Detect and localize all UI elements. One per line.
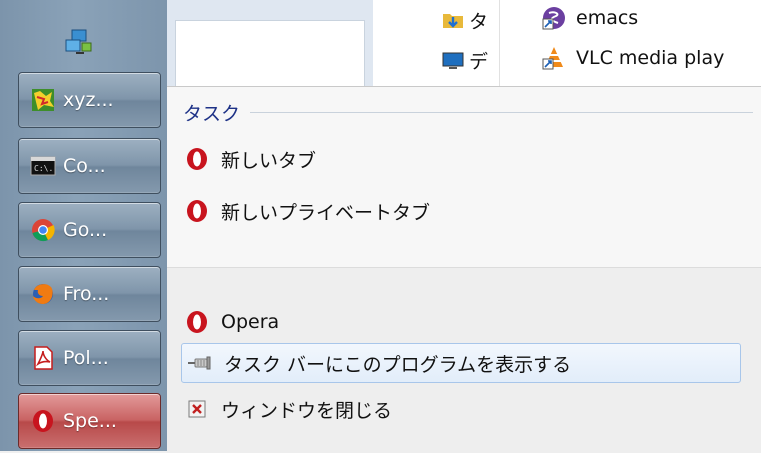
explorer-item-desktop[interactable]: デ	[439, 46, 488, 74]
taskbar-button-label: Fro...	[63, 283, 110, 305]
explorer-folder-list: タ デ	[373, 0, 500, 86]
taskbar-button-opera-active[interactable]: Spe...	[18, 393, 161, 449]
jump-task-label: 新しいタブ	[221, 149, 317, 172]
opera-icon	[183, 308, 211, 336]
chrome-icon	[29, 216, 57, 244]
explorer-item-downloads[interactable]: タ	[439, 6, 488, 34]
explorer-item-label: emacs	[576, 7, 639, 29]
jump-list: タスク 新しいタブ 新しいプライベートタブ Opera タスク バーにこのプログ…	[167, 86, 761, 453]
jump-task-label: 新しいプライベートタブ	[221, 201, 431, 224]
explorer-window: タ デ emacs VLC media play	[167, 0, 761, 87]
emacs-shortcut-icon	[540, 4, 568, 32]
opera-icon	[183, 197, 211, 225]
taskbar-button-chrome[interactable]: Go...	[18, 202, 161, 258]
svg-text:C:\.: C:\.	[34, 164, 53, 173]
jump-action-label: タスク バーにこのプログラムを表示する	[224, 353, 572, 376]
pin-icon	[186, 349, 214, 377]
taskbar-button-command-prompt[interactable]: C:\. Co...	[18, 138, 161, 194]
taskbar-button-label: Pol...	[63, 347, 109, 369]
jump-task-new-private-tab[interactable]: 新しいプライベートタブ	[183, 197, 430, 225]
firefox-icon	[29, 280, 57, 308]
folder-download-icon	[439, 6, 467, 34]
taskbar-button-label: Go...	[63, 219, 108, 241]
taskbar-button-label: Co...	[63, 155, 106, 177]
explorer-nav-pane	[167, 0, 374, 87]
jump-task-new-tab[interactable]: 新しいタブ	[183, 145, 316, 173]
taskbar-button-xyz[interactable]: xyz...	[18, 72, 161, 128]
vlc-shortcut-icon	[540, 44, 568, 72]
explorer-item-label: デ	[469, 50, 489, 73]
jump-list-actions: Opera タスク バーにこのプログラムを表示する ウィンドウを閉じる	[167, 267, 761, 453]
pdf-icon	[29, 344, 57, 372]
explorer-file-list: emacs VLC media play	[500, 0, 761, 86]
tasks-section-title: タスク	[183, 103, 241, 125]
jump-action-pin-to-taskbar[interactable]: タスク バーにこのプログラムを表示する	[181, 343, 741, 383]
explorer-item-emacs[interactable]: emacs	[540, 4, 638, 32]
close-window-icon	[183, 395, 211, 423]
jump-action-close-window[interactable]: ウィンドウを閉じる	[183, 395, 392, 423]
opera-icon	[29, 407, 57, 435]
network-icon[interactable]	[62, 24, 96, 58]
taskbar-button-pdf[interactable]: Pol...	[18, 330, 161, 386]
section-divider	[250, 112, 753, 113]
desktop-icon	[439, 46, 467, 74]
taskbar: xyz... C:\. Co... Go... Fro... Pol... Sp…	[0, 0, 167, 451]
taskbar-button-label: Spe...	[63, 410, 117, 432]
jump-action-label: ウィンドウを閉じる	[221, 399, 393, 422]
explorer-address-box[interactable]	[175, 20, 365, 87]
taskbar-button-firefox[interactable]: Fro...	[18, 266, 161, 322]
command-prompt-icon: C:\.	[29, 152, 57, 180]
tasks-section-header: タスク	[183, 99, 753, 126]
opera-icon	[183, 145, 211, 173]
jump-action-open-opera[interactable]: Opera	[183, 308, 279, 336]
taskbar-button-label: xyz...	[63, 89, 114, 111]
explorer-item-label: タ	[469, 10, 489, 33]
jump-action-label: Opera	[221, 311, 280, 333]
explorer-item-label: VLC media play	[576, 47, 725, 69]
xyz-app-icon	[29, 86, 57, 114]
explorer-item-vlc[interactable]: VLC media play	[540, 44, 724, 72]
